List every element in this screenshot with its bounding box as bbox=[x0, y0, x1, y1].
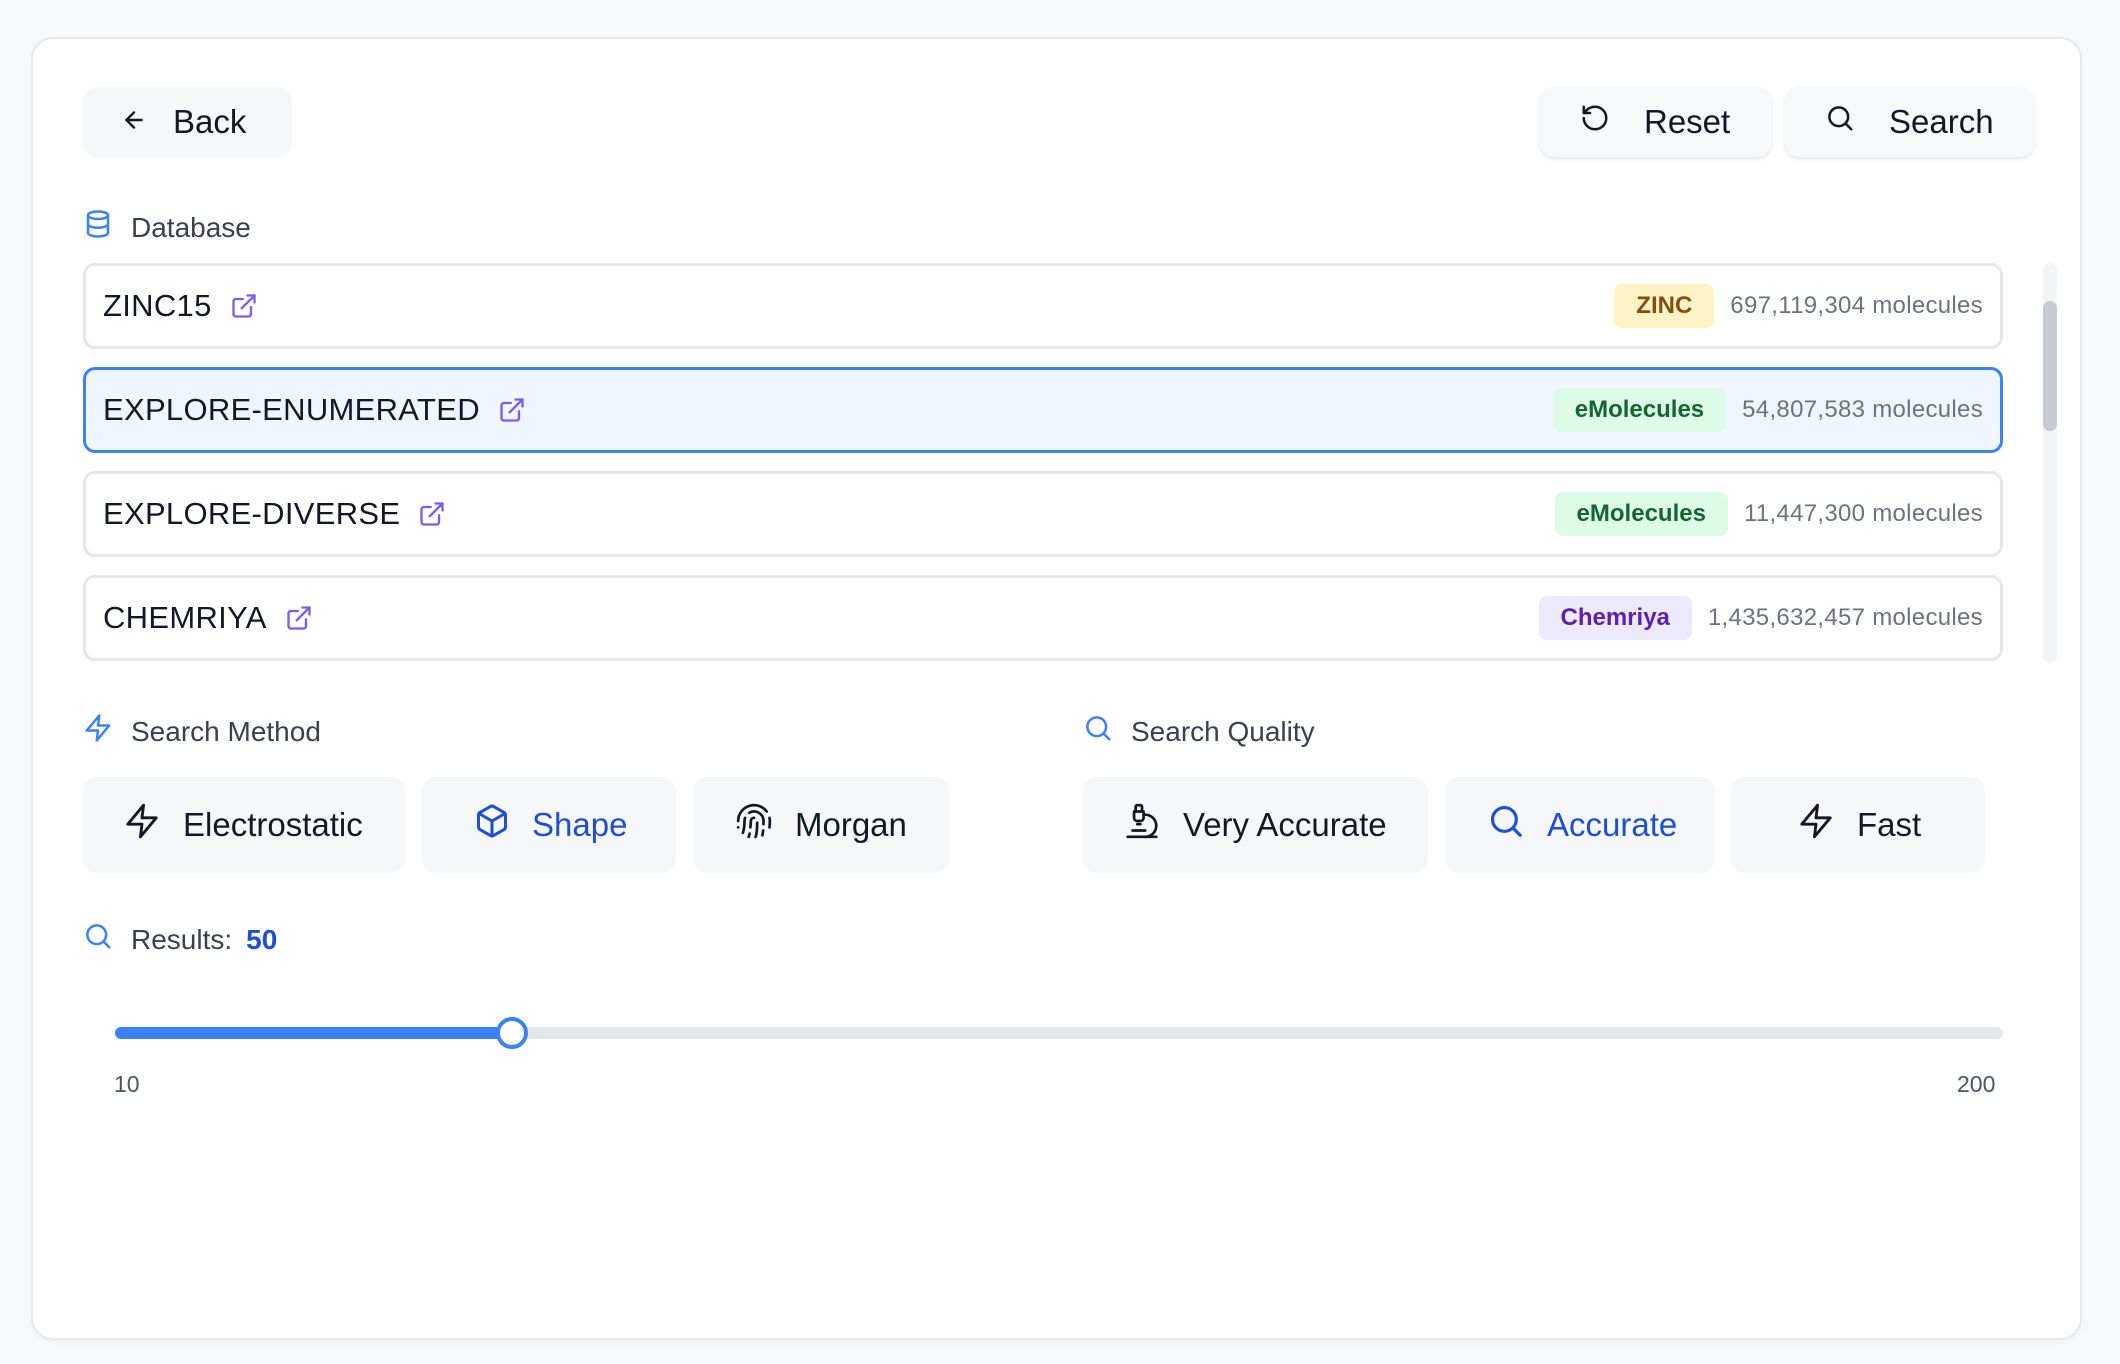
database-section-label: Database bbox=[83, 209, 251, 246]
database-name: CHEMRIYA bbox=[103, 600, 267, 635]
lightning-icon bbox=[83, 713, 113, 750]
database-list: ZINC15 ZINC 697,119,304 molecules EXPLOR… bbox=[83, 263, 2035, 663]
molecule-count: 1,435,632,457 molecules bbox=[1707, 604, 1983, 631]
cube-icon bbox=[474, 803, 510, 847]
molecule-count: 11,447,300 molecules bbox=[1743, 500, 1983, 527]
provider-badge: eMolecules bbox=[1554, 492, 1728, 536]
molecule-count: 54,807,583 molecules bbox=[1742, 396, 1983, 423]
reset-button[interactable]: Reset bbox=[1540, 87, 1771, 157]
slider-thumb[interactable] bbox=[496, 1017, 528, 1049]
quality-fast-button[interactable]: Fast bbox=[1731, 777, 1985, 873]
database-name: EXPLORE-DIVERSE bbox=[103, 496, 401, 531]
slider-min-label: 10 bbox=[114, 1071, 140, 1097]
molecule-count: 697,119,304 molecules bbox=[1730, 292, 1983, 319]
slider-fill bbox=[115, 1027, 512, 1039]
database-icon bbox=[83, 209, 113, 246]
results-value: 50 bbox=[246, 923, 278, 955]
quality-accurate-button[interactable]: Accurate bbox=[1445, 777, 1715, 873]
search-method-label: Search Method bbox=[83, 713, 321, 750]
external-link-icon[interactable] bbox=[498, 396, 526, 424]
search-panel: Back Reset Search Database ZINC15 ZINC 6… bbox=[31, 37, 2082, 1340]
database-name: EXPLORE-ENUMERATED bbox=[103, 392, 480, 427]
lightning-icon bbox=[1797, 802, 1835, 848]
search-label: Search bbox=[1889, 103, 1994, 140]
search-icon bbox=[1487, 802, 1525, 848]
database-name: ZINC15 bbox=[103, 288, 212, 323]
rotate-ccw-icon bbox=[1580, 103, 1610, 141]
method-electrostatic-button[interactable]: Electrostatic bbox=[83, 777, 405, 873]
scrollbar-thumb[interactable] bbox=[2043, 301, 2057, 431]
back-button[interactable]: Back bbox=[83, 87, 292, 157]
database-item-chemriya[interactable]: CHEMRIYA Chemriya 1,435,632,457 molecule… bbox=[83, 575, 2003, 661]
method-shape-button[interactable]: Shape bbox=[422, 777, 676, 873]
method-morgan-button[interactable]: Morgan bbox=[693, 777, 949, 873]
provider-badge: ZINC bbox=[1614, 284, 1715, 328]
external-link-icon[interactable] bbox=[285, 604, 313, 632]
external-link-icon[interactable] bbox=[230, 292, 258, 320]
search-icon bbox=[83, 921, 113, 958]
search-icon bbox=[1083, 713, 1113, 750]
search-button[interactable]: Search bbox=[1785, 87, 2034, 157]
database-item-explore-enumerated[interactable]: EXPLORE-ENUMERATED eMolecules 54,807,583… bbox=[83, 367, 2003, 453]
back-label: Back bbox=[173, 103, 247, 140]
slider-max-label: 200 bbox=[1957, 1071, 1996, 1097]
results-slider[interactable] bbox=[115, 1017, 2003, 1049]
microscope-icon bbox=[1123, 802, 1161, 848]
provider-badge: eMolecules bbox=[1552, 388, 1727, 432]
fingerprint-icon bbox=[735, 802, 773, 848]
reset-label: Reset bbox=[1644, 103, 1731, 140]
lightning-icon bbox=[123, 802, 161, 848]
database-scrollbar[interactable] bbox=[2043, 263, 2057, 663]
results-label: Results: 50 bbox=[83, 921, 277, 958]
quality-very-accurate-button[interactable]: Very Accurate bbox=[1083, 777, 1428, 873]
database-item-explore-diverse[interactable]: EXPLORE-DIVERSE eMolecules 11,447,300 mo… bbox=[83, 471, 2003, 557]
external-link-icon[interactable] bbox=[418, 500, 446, 528]
search-quality-label: Search Quality bbox=[1083, 713, 1315, 750]
provider-badge: Chemriya bbox=[1538, 596, 1692, 640]
search-icon bbox=[1825, 103, 1855, 141]
arrow-left-icon bbox=[121, 103, 147, 141]
database-item-zinc15[interactable]: ZINC15 ZINC 697,119,304 molecules bbox=[83, 263, 2003, 349]
